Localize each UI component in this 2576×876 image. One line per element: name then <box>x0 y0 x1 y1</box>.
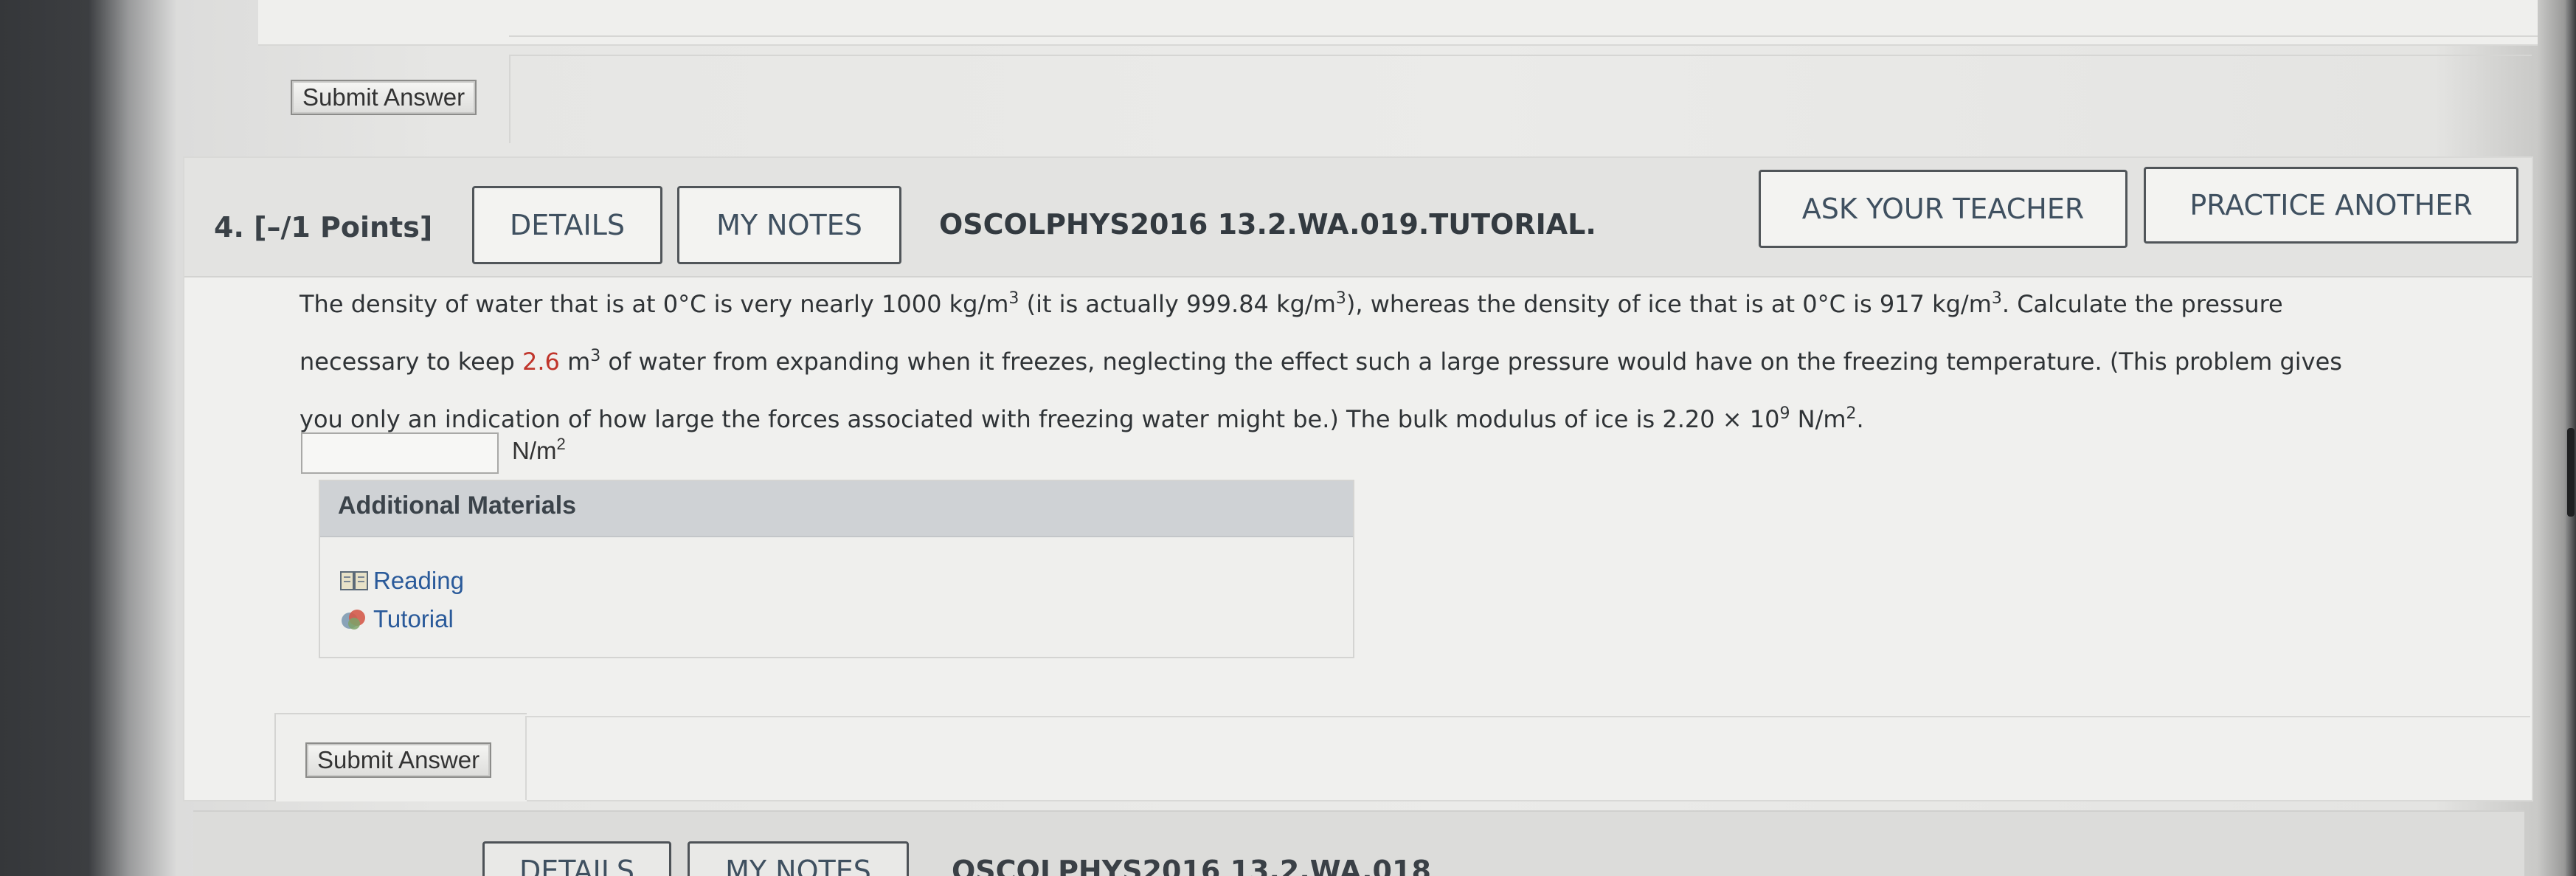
book-icon <box>339 569 369 593</box>
reading-label: Reading <box>373 567 464 594</box>
answer-unit: N/m2 <box>512 434 566 464</box>
previous-submit-answer-button[interactable]: Submit Answer <box>291 80 477 115</box>
tutorial-label: Tutorial <box>373 605 454 632</box>
additional-materials-header: Additional Materials <box>320 481 1353 537</box>
previous-submit-area-frame <box>509 55 2532 143</box>
details-button[interactable]: DETAILS <box>472 186 662 264</box>
tutorial-link[interactable]: Tutorial <box>339 605 454 633</box>
pressure-answer-input[interactable] <box>301 432 499 474</box>
practice-another-button[interactable]: PRACTICE ANOTHER <box>2144 167 2518 244</box>
ask-your-teacher-button[interactable]: ASK YOUR TEACHER <box>1759 170 2127 248</box>
question-header: 4. [–/1 Points] DETAILS MY NOTES OSCOLPH… <box>184 158 2532 277</box>
next-details-button[interactable]: DETAILS <box>482 841 671 876</box>
problem-line-1: The density of water that is at 0°C is v… <box>300 289 2283 318</box>
volume-value: 2.6 <box>522 348 560 376</box>
reading-link[interactable]: Reading <box>339 567 464 595</box>
additional-materials-panel: Additional Materials Reading Tutorial <box>319 480 1354 658</box>
next-question-id: OSCOLPHYS2016 13.2.WA.018 <box>952 855 1431 876</box>
previous-submit-area <box>509 35 2538 44</box>
page-background: Submit Answer 4. [–/1 Points] DETAILS MY… <box>0 0 2576 876</box>
problem-line-2: necessary to keep 2.6 m3 of water from e… <box>300 346 2342 376</box>
my-notes-button[interactable]: MY NOTES <box>677 186 901 264</box>
additional-materials-title: Additional Materials <box>338 492 577 520</box>
question-id: OSCOLPHYS2016 13.2.WA.019.TUTORIAL. <box>939 208 1596 241</box>
submit-answer-button[interactable]: Submit Answer <box>305 742 492 778</box>
question-card: 4. [–/1 Points] DETAILS MY NOTES OSCOLPH… <box>183 156 2533 801</box>
tutorial-icon <box>339 607 369 631</box>
submit-area-right <box>525 716 2530 800</box>
question-number-points: 4. [–/1 Points] <box>214 211 433 244</box>
bezel-notch <box>2567 428 2575 517</box>
next-my-notes-button[interactable]: MY NOTES <box>688 841 909 876</box>
